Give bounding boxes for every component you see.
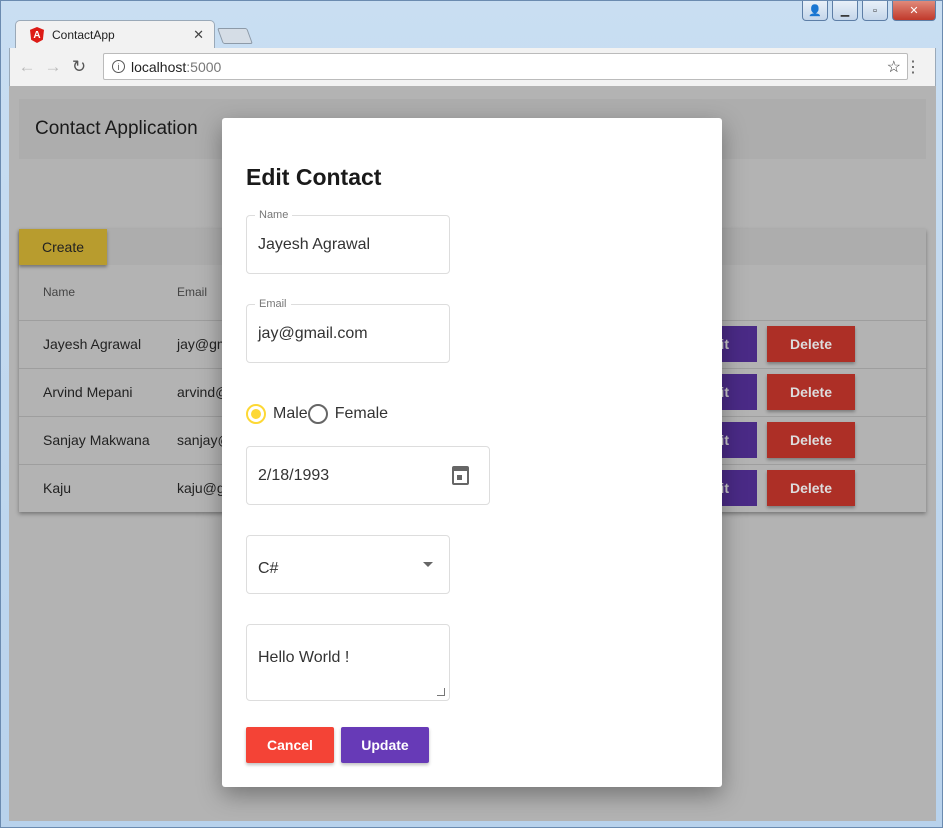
email-value: jay@gmail.com [258,324,368,342]
row-name: Arvind Mepani [43,384,133,400]
angular-logo-icon: A [30,27,44,43]
name-field[interactable]: Name Jayesh Agrawal [246,209,450,274]
edit-contact-dialog: Edit Contact Name Jayesh Agrawal Email jay… [222,118,722,787]
row-name: Jayesh Agrawal [43,336,142,352]
row-name: Kaju [43,480,72,496]
maximize-button[interactable]: ▫ [862,1,888,21]
url-host: localhost [131,58,187,75]
create-button[interactable]: Create [19,229,107,265]
email-label: Email [255,298,291,310]
date-field[interactable]: 2/18/1993 [246,446,490,505]
app-title: Contact Application [35,118,198,139]
delete-button[interactable]: Delete [767,422,855,458]
skill-value: C# [258,559,279,577]
description-textarea[interactable]: Hello World ! [246,624,450,701]
forward-icon[interactable]: → [40,57,66,77]
description-value: Hello World ! [258,649,350,666]
row-email: jay@gm [177,336,229,352]
reload-icon[interactable]: ↻ [66,57,92,77]
delete-button[interactable]: Delete [767,326,855,362]
cancel-button[interactable]: Cancel [246,727,334,763]
back-icon[interactable]: ← [14,57,40,77]
delete-button[interactable]: Delete [767,470,855,506]
calendar-icon[interactable] [452,466,469,485]
row-email: kaju@g [177,480,225,496]
row-name: Sanjay Makwana [43,432,150,448]
close-tab-icon[interactable]: ✕ [193,27,204,43]
gender-radio-group: Male Female [246,404,388,424]
address-bar[interactable]: i localhost:5000 ☆ [103,53,908,80]
skill-select[interactable]: C# [246,535,450,594]
bookmark-star-icon[interactable]: ☆ [887,57,901,77]
email-field[interactable]: Email jay@gmail.com [246,298,450,363]
date-value: 2/18/1993 [258,466,330,484]
update-button[interactable]: Update [341,727,429,763]
tab-title: ContactApp [52,28,115,42]
browser-tab[interactable]: A ContactApp ✕ [15,20,215,49]
name-label: Name [255,209,293,221]
url-port: :5000 [186,58,222,75]
resize-handle-icon[interactable] [437,688,445,696]
info-icon[interactable]: i [112,60,125,73]
radio-female-label[interactable]: Female [335,405,388,423]
radio-male-label[interactable]: Male [273,405,308,423]
delete-button[interactable]: Delete [767,374,855,410]
dialog-title: Edit Contact [246,164,382,190]
menu-icon[interactable]: ⋮ [905,57,921,77]
minimize-button[interactable]: ▁ [832,1,858,21]
close-window-button[interactable]: ✕ [892,1,936,21]
name-value: Jayesh Agrawal [258,235,371,253]
dropdown-arrow-icon [423,562,433,572]
user-icon[interactable]: 👤 [802,1,828,21]
column-header-email: Email [177,285,208,299]
column-header-name: Name [43,285,76,299]
radio-female[interactable] [307,404,328,424]
radio-male[interactable] [246,404,266,424]
new-tab-button[interactable] [217,28,253,44]
